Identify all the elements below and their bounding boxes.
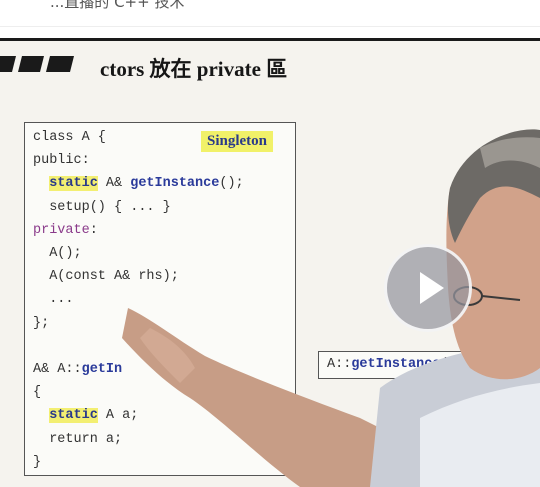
caption-text: ...直播的 C++ 技术	[50, 0, 185, 11]
play-button[interactable]	[384, 244, 472, 332]
video-player[interactable]: ctors 放在 private 區 Singleton class A {pu…	[0, 38, 540, 487]
play-icon	[420, 272, 444, 304]
caption-strip: ...直播的 C++ 技术	[0, 0, 540, 27]
